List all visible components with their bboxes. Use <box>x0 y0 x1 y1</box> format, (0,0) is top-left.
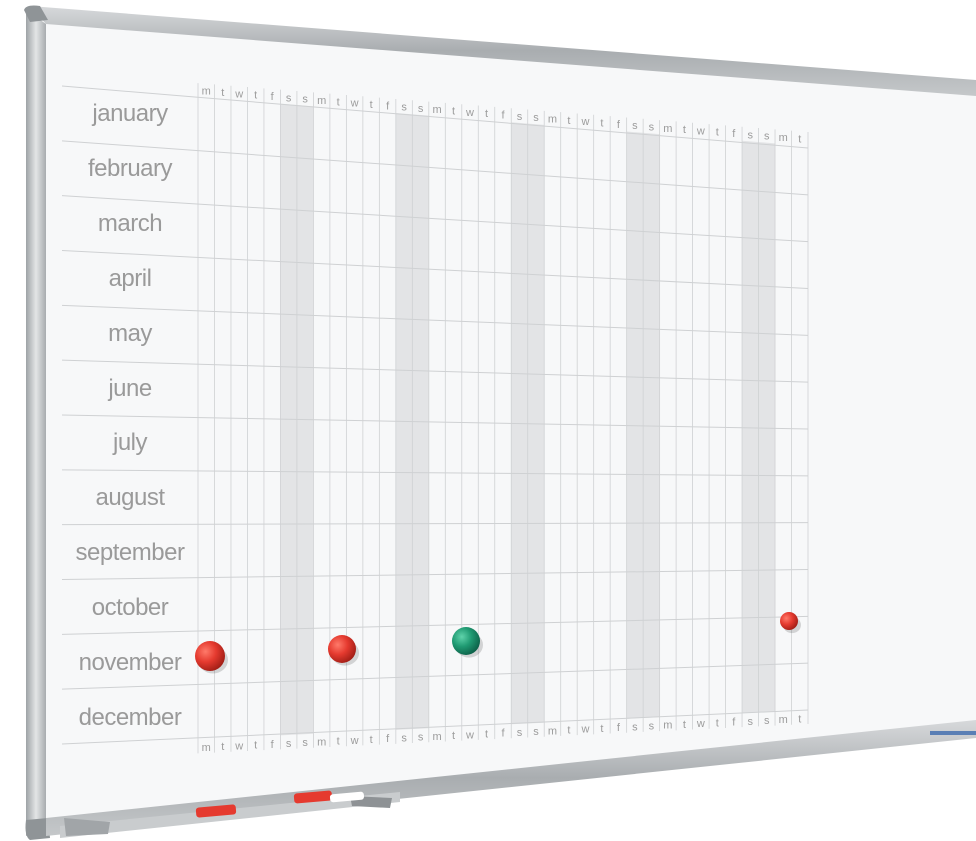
weekday-letter-bottom: t <box>567 725 570 737</box>
weekday-letter-top: s <box>533 112 539 124</box>
weekday-letter-bottom: w <box>580 724 589 736</box>
month-label-january: january <box>92 100 168 128</box>
weekday-letter-bottom: m <box>317 736 326 748</box>
weekday-letter-top: w <box>696 125 705 137</box>
weekday-letter-top: s <box>517 111 523 123</box>
month-label-august: august <box>95 484 165 512</box>
weekday-letter-bottom: s <box>748 716 754 728</box>
weekday-letter-bottom: t <box>370 734 373 746</box>
weekday-letter-top: t <box>254 90 257 102</box>
weekday-letter-bottom: s <box>418 732 424 744</box>
weekday-letter-top: s <box>748 129 754 141</box>
weekday-letter-top: m <box>317 95 326 107</box>
weekday-letter-top: s <box>401 102 407 114</box>
weekday-letter-bottom: t <box>485 728 488 740</box>
weekday-letter-top: s <box>302 94 308 106</box>
weekday-letter-top: t <box>716 127 719 139</box>
weekday-letter-top: s <box>286 92 292 104</box>
weekday-letter-bottom: s <box>517 727 523 739</box>
month-label-december: december <box>78 703 182 731</box>
weekday-letter-bottom: t <box>337 736 340 748</box>
weekday-letter-bottom: m <box>202 742 211 754</box>
weekday-letter-bottom: s <box>649 721 655 733</box>
weekday-letter-bottom: s <box>286 738 292 750</box>
weekday-letter-top: t <box>485 108 488 120</box>
weekday-letter-bottom: m <box>548 725 557 737</box>
weekday-letter-bottom: m <box>663 720 672 732</box>
weekday-letter-bottom: s <box>764 715 770 727</box>
weekday-letter-bottom: w <box>350 735 359 747</box>
weekday-letter-top: t <box>600 117 603 129</box>
weekday-letter-bottom: t <box>452 730 455 742</box>
frame-left <box>26 10 46 836</box>
weekday-letter-bottom: t <box>798 713 801 725</box>
weekday-letter-bottom: t <box>683 719 686 731</box>
weekday-letter-top: s <box>649 121 655 133</box>
month-label-may: may <box>108 319 152 347</box>
weekday-letter-bottom: w <box>696 718 705 730</box>
weekday-letter-top: t <box>337 96 340 108</box>
weekday-letter-top: w <box>350 98 359 110</box>
weekday-letter-top: m <box>202 86 211 98</box>
month-label-february: february <box>87 155 173 183</box>
weekday-letter-bottom: t <box>221 741 224 753</box>
month-label-september: september <box>75 539 185 567</box>
month-label-october: october <box>91 593 169 621</box>
weekday-letter-bottom: s <box>632 721 638 733</box>
weekday-letter-top: s <box>764 131 770 143</box>
weekday-letter-top: s <box>418 103 424 115</box>
weekday-letter-bottom: w <box>234 740 243 752</box>
weekday-letter-top: m <box>779 132 788 144</box>
weekday-letter-bottom: t <box>716 717 719 729</box>
weekday-letter-bottom: t <box>600 723 603 735</box>
month-label-march: march <box>97 210 163 238</box>
weekday-letter-bottom: m <box>779 714 788 726</box>
weekday-letter-top: m <box>432 104 441 116</box>
weekday-letter-bottom: s <box>401 732 407 744</box>
month-label-november: november <box>78 648 182 676</box>
weekday-letter-top: t <box>567 115 570 127</box>
brand-label <box>930 731 976 735</box>
weekday-letter-top: t <box>798 133 801 145</box>
weekday-letter-bottom: s <box>533 726 539 738</box>
weekday-letter-bottom: m <box>432 731 441 743</box>
weekday-letter-bottom: w <box>465 729 474 741</box>
weekday-letter-top: t <box>683 124 686 136</box>
weekday-letter-top: s <box>632 120 638 132</box>
weekday-letter-top: w <box>465 107 474 119</box>
month-label-july: july <box>112 429 148 457</box>
weekday-letter-top: m <box>548 114 557 126</box>
weekday-letter-bottom: t <box>254 740 257 752</box>
weekday-letter-top: t <box>221 87 224 99</box>
weekday-letter-top: w <box>234 88 243 100</box>
weekday-letter-top: t <box>370 99 373 111</box>
month-label-june: june <box>108 374 152 402</box>
weekday-letter-top: m <box>663 123 672 135</box>
weekday-letter-bottom: s <box>302 737 308 749</box>
planner-photo: mmttwwttffssssmmttwwttffssssmmttwwttffss… <box>0 0 976 841</box>
weekday-letter-top: t <box>452 106 455 118</box>
month-label-april: april <box>108 264 152 292</box>
weekday-letter-top: w <box>580 116 589 128</box>
